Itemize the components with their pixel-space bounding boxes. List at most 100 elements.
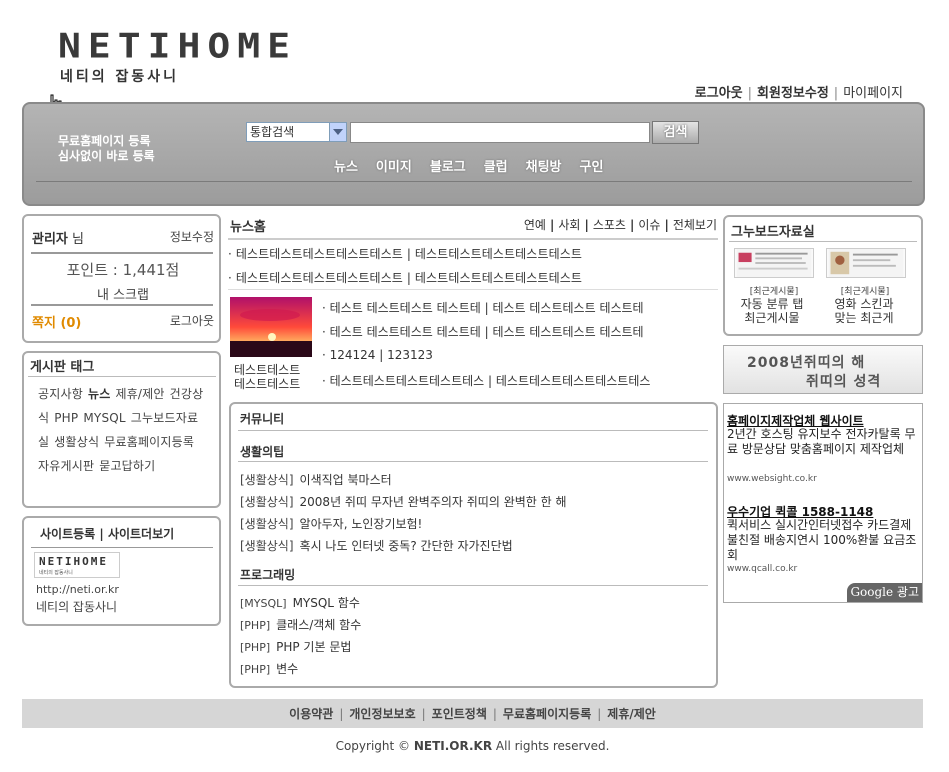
header-panel bbox=[22, 102, 925, 206]
nav-jobs[interactable]: 구인 bbox=[580, 160, 604, 175]
divider bbox=[238, 430, 708, 431]
tag-item[interactable]: MYSQL bbox=[83, 411, 125, 425]
chevron-down-icon[interactable] bbox=[329, 123, 346, 141]
life-tips-title[interactable]: 생활의팁 bbox=[240, 443, 284, 460]
divider bbox=[28, 376, 216, 377]
community-title[interactable]: 커뮤니티 bbox=[240, 410, 284, 427]
tag-item[interactable]: 묻고답하기 bbox=[99, 459, 155, 473]
thumbnail-caption: [최근게시물] bbox=[749, 287, 799, 297]
site-name[interactable]: 네티의 잡동사니 bbox=[36, 598, 117, 615]
news-sub-item[interactable]: · 124124 | 123123 bbox=[322, 348, 433, 362]
search-input[interactable] bbox=[350, 122, 650, 143]
nav-chat[interactable]: 채팅방 bbox=[526, 160, 562, 175]
list-item[interactable]: [생활상식] 혹시 나도 인터넷 중독? 간단한 자가진단법 bbox=[240, 537, 513, 554]
news-headline[interactable]: · 테스트테스트테스트테스트테스트 | 테스트테스트테스트테스트테스트 bbox=[228, 245, 582, 262]
tab-sports[interactable]: 스포츠 bbox=[593, 218, 626, 232]
gnuboard-title[interactable]: 그누보드자료실 bbox=[731, 221, 815, 240]
search-button[interactable]: 검색 bbox=[652, 121, 699, 144]
thumbnail-title[interactable]: 자동 분류 탭 최근게시물 bbox=[726, 297, 818, 325]
nav-news[interactable]: 뉴스 bbox=[334, 160, 358, 175]
programming-title[interactable]: 프로그래밍 bbox=[240, 566, 295, 583]
site-url[interactable]: http://neti.or.kr bbox=[36, 583, 119, 596]
divider bbox=[31, 547, 213, 548]
search-type-select[interactable]: 통합검색 bbox=[246, 122, 347, 142]
footer-links: 이용약관 | 개인정보보호 | 포인트정책 | 무료홈페이지등록 | 제휴/제안 bbox=[289, 707, 656, 721]
edit-profile-link[interactable]: 회원정보수정 bbox=[757, 86, 829, 101]
search-type-value: 통합검색 bbox=[250, 125, 295, 139]
tag-item[interactable]: 자유게시판 bbox=[38, 459, 94, 473]
news-photo[interactable] bbox=[230, 297, 312, 357]
tag-item[interactable]: PHP bbox=[54, 411, 78, 425]
divider bbox=[238, 585, 708, 586]
footer-register-link[interactable]: 무료홈페이지등록 bbox=[503, 707, 591, 721]
tab-issue[interactable]: 이슈 bbox=[638, 218, 660, 232]
photo-caption[interactable]: 테스트테스트 bbox=[234, 375, 300, 392]
tag-item[interactable]: 뉴스 bbox=[88, 387, 110, 401]
header-divider bbox=[36, 181, 912, 182]
tag-item[interactable]: 무료홈페이지등록 bbox=[104, 435, 194, 449]
tag-item[interactable]: 제휴/제안 bbox=[115, 387, 164, 401]
footer-partnership-link[interactable]: 제휴/제안 bbox=[607, 707, 656, 721]
site-banner-logo-text: NETIHOME bbox=[39, 555, 108, 568]
site-banner-logo[interactable]: NETIHOME 네티의 잡동사니 bbox=[34, 552, 120, 578]
thumbnail-title[interactable]: 영화 스킨과 맞는 최근게 bbox=[818, 297, 910, 325]
footer-points-link[interactable]: 포인트정책 bbox=[432, 707, 487, 721]
google-ads-badge[interactable]: Google 광고 bbox=[847, 583, 922, 602]
ad-url[interactable]: www.qcall.co.kr bbox=[727, 564, 797, 574]
board-thumbnail[interactable] bbox=[826, 248, 906, 278]
free-register-subtext[interactable]: 심사없이 바로 등록 bbox=[58, 147, 155, 164]
divider bbox=[31, 304, 213, 306]
news-sub-item[interactable]: · 테스트테스트테스트테스트테스 | 테스트테스트테스트테스트테스 bbox=[322, 372, 650, 389]
site-tagline: 네티의 잡동사니 bbox=[60, 69, 180, 85]
tag-item[interactable]: 공지사항 bbox=[38, 387, 83, 401]
nav-images[interactable]: 이미지 bbox=[376, 160, 412, 175]
footer-terms-link[interactable]: 이용약관 bbox=[289, 707, 333, 721]
tag-cloud: 공지사항 뉴스 제휴/제안 건강상식 PHP MYSQL 그누보드자료실 생활상식 무료홈페이지… bbox=[38, 382, 210, 478]
list-item[interactable]: [생활상식] 2008년 쥐띠 무자년 완벽주의자 쥐띠의 완벽한 한 해 bbox=[240, 493, 567, 510]
mypage-link[interactable]: 마이페이지 bbox=[843, 86, 903, 101]
thumbnail-caption: [최근게시물] bbox=[840, 287, 890, 297]
my-scrap-link[interactable]: 내 스크랩 bbox=[32, 284, 214, 303]
banner-line[interactable]: 2008년쥐띠의 해 bbox=[747, 352, 865, 372]
news-tabs: 연예 | 사회 | 스포츠 | 이슈 | 전체보기 bbox=[523, 218, 717, 232]
site-banner-logo-sub: 네티의 잡동사니 bbox=[39, 570, 73, 576]
site-register-title[interactable]: 사이트등록 | 사이트더보기 bbox=[40, 525, 174, 542]
board-thumbnail[interactable] bbox=[734, 248, 814, 278]
divider bbox=[729, 241, 917, 242]
ad-body[interactable]: 퀵서비스 실시간인터넷접수 카드결제 불친절 배송지연시 100%환불 요금조회 bbox=[727, 518, 921, 563]
list-item[interactable]: [PHP] 클래스/객체 함수 bbox=[240, 616, 361, 633]
logout-link[interactable]: 로그아웃 bbox=[695, 86, 743, 101]
list-item[interactable]: [생활상식] 이색직업 북마스터 bbox=[240, 471, 392, 488]
news-headline[interactable]: · 테스트테스트테스트테스트테스트 | 테스트테스트테스트테스트테스트 bbox=[228, 269, 582, 286]
edit-info-link[interactable]: 정보수정 bbox=[170, 228, 214, 245]
site-logo[interactable]: NETIHOME bbox=[58, 26, 297, 66]
divider bbox=[228, 289, 718, 290]
category-nav: 뉴스 이미지 블로그 클럽 채팅방 구인 bbox=[334, 156, 621, 175]
user-points[interactable]: 포인트 : 1,441점 bbox=[32, 259, 214, 280]
copyright: Copyright © NETI.OR.KR All rights reserv… bbox=[335, 739, 610, 753]
news-sub-item[interactable]: · 테스트 테스트테스트 테스트테 | 테스트 테스트테스트 테스트테 bbox=[322, 323, 644, 340]
list-item[interactable]: [MYSQL] MYSQL 함수 bbox=[240, 594, 360, 611]
divider bbox=[31, 252, 213, 254]
footer-privacy-link[interactable]: 개인정보보호 bbox=[349, 707, 415, 721]
tab-society[interactable]: 사회 bbox=[558, 218, 580, 232]
banner-line[interactable]: 쥐띠의 성격 bbox=[806, 371, 881, 391]
ad-url[interactable]: www.websight.co.kr bbox=[727, 474, 817, 484]
news-sub-item[interactable]: · 테스트 테스트테스트 테스트테 | 테스트 테스트테스트 테스트테 bbox=[322, 299, 644, 316]
tag-item[interactable]: 생활상식 bbox=[54, 435, 99, 449]
news-home-title[interactable]: 뉴스홈 bbox=[230, 216, 266, 235]
notes-link[interactable]: 쪽지 (0) bbox=[32, 312, 81, 331]
panel-logout-link[interactable]: 로그아웃 bbox=[170, 312, 214, 329]
board-tags-title: 게시판 태그 bbox=[30, 360, 95, 375]
ad-body[interactable]: 2년간 호스팅 유지보수 전자카탈록 무료 방문상담 맞춤홈페이지 제작업체 bbox=[727, 427, 921, 457]
list-item[interactable]: [PHP] PHP 기본 문법 bbox=[240, 638, 351, 655]
divider bbox=[228, 238, 718, 240]
nav-blog[interactable]: 블로그 bbox=[430, 160, 466, 175]
list-item[interactable]: [생활상식] 알아두자, 노인장기보험! bbox=[240, 515, 422, 532]
user-name: 관리자 님 bbox=[32, 232, 84, 247]
tab-view-all[interactable]: 전체보기 bbox=[673, 218, 717, 232]
divider bbox=[238, 461, 708, 462]
tab-entertainment[interactable]: 연예 bbox=[524, 218, 546, 232]
list-item[interactable]: [PHP] 변수 bbox=[240, 660, 298, 677]
nav-club[interactable]: 클럽 bbox=[484, 160, 508, 175]
